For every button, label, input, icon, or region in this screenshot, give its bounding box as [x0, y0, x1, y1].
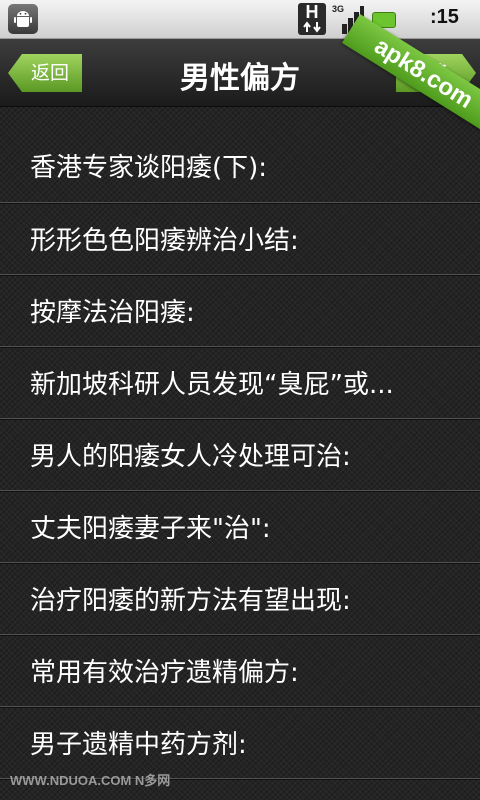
hsdpa-signal-icon: H [298, 2, 326, 35]
3g-label: 3G [332, 4, 345, 14]
list-item-label: 治疗阳痿的新方法有望出现: [30, 586, 351, 616]
list-item[interactable]: 按摩法治阳痿: [0, 275, 480, 347]
list-item-label: 香港专家谈阳痿(下): [30, 153, 268, 183]
list-item[interactable]: 男人的阳痿女人冷处理可治: [0, 419, 480, 491]
list-item-label: 形形色色阳痿辨治小结: [30, 226, 299, 256]
nduoa-watermark: WWW.NDUOA.COM N多网 [10, 773, 171, 788]
list-item[interactable]: 形形色色阳痿辨治小结: [0, 203, 480, 275]
remedy-list: 香港专家谈阳痿(下): 形形色色阳痿辨治小结: 按摩法治阳痿: 新加坡科研人员发… [0, 130, 480, 779]
list-item-label: 男人的阳痿女人冷处理可治: [30, 442, 351, 472]
list-item-label: 丈夫阳痿妻子来"治": [30, 514, 271, 544]
app-screen: H 3G :15 返回 男性偏方 更多 apk8.com 香港专家谈阳痿(下): [0, 0, 480, 800]
android-debug-icon [8, 4, 38, 34]
list-item[interactable]: 治疗阳痿的新方法有望出现: [0, 563, 480, 635]
list-item-label: 按摩法治阳痿: [30, 298, 195, 328]
list-item-label: 新加坡科研人员发现“臭屁”或... [30, 370, 394, 400]
list-item[interactable]: 常用有效治疗遗精偏方: [0, 635, 480, 707]
hsdpa-label: H [305, 2, 319, 22]
status-time: :15 [430, 6, 459, 28]
status-bar: H 3G :15 [0, 0, 480, 39]
list-item[interactable]: 男子遗精中药方剂: [0, 707, 480, 779]
list-item[interactable]: 新加坡科研人员发现“臭屁”或... [0, 347, 480, 419]
list-item[interactable]: 香港专家谈阳痿(下): [0, 130, 480, 203]
list-item-label: 常用有效治疗遗精偏方: [30, 658, 299, 688]
list-item[interactable]: 丈夫阳痿妻子来"治": [0, 491, 480, 563]
list-item-label: 男子遗精中药方剂: [30, 730, 247, 760]
